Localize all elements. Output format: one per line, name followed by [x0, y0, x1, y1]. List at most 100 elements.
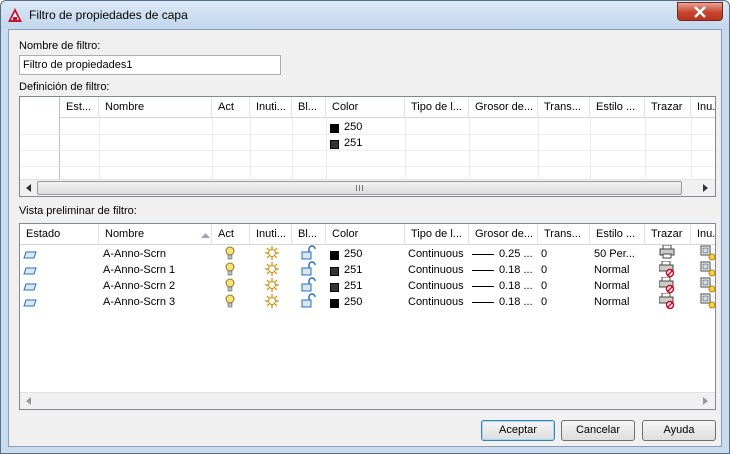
- layer-linetype[interactable]: Continuous: [408, 294, 464, 310]
- grip-line: [362, 185, 363, 191]
- window-title: Filtro de propiedades de capa: [29, 8, 188, 22]
- layer-transparency[interactable]: 0: [541, 246, 547, 262]
- new-viewport-freeze-icon[interactable]: [700, 245, 716, 261]
- prev-col-lock[interactable]: Bl...: [292, 224, 326, 245]
- lightbulb-on-icon[interactable]: [225, 246, 235, 261]
- layer-linetype[interactable]: Continuous: [408, 246, 464, 262]
- layer-status-icon: [23, 283, 37, 291]
- lineweight-sample: [472, 254, 494, 255]
- prev-col-new-vp-freeze[interactable]: Inu...: [691, 224, 715, 245]
- def-col-new-vp-freeze[interactable]: Inu...: [691, 97, 715, 118]
- sun-thawed-icon[interactable]: [264, 245, 280, 261]
- layer-transparency[interactable]: 0: [541, 278, 547, 294]
- def-col-transparency[interactable]: Trans...: [538, 97, 590, 118]
- layer-plot-style[interactable]: Normal: [594, 294, 629, 310]
- filter-preview-grid[interactable]: Estado Nombre Act Inuti... Bl... Color T…: [19, 223, 716, 410]
- def-col-plot-style[interactable]: Estilo ...: [590, 97, 645, 118]
- def-col-plot[interactable]: Trazar: [645, 97, 691, 118]
- def-col-linetype[interactable]: Tipo de l...: [405, 97, 469, 118]
- scroll-left-button[interactable]: [20, 393, 37, 409]
- close-icon: [694, 6, 706, 18]
- layer-lineweight[interactable]: 0.25 ...: [499, 246, 533, 262]
- layer-transparency[interactable]: 0: [541, 294, 547, 310]
- layer-color[interactable]: 251: [344, 262, 362, 278]
- layer-color[interactable]: 250: [344, 246, 362, 262]
- sun-thawed-icon[interactable]: [264, 261, 280, 277]
- prev-col-transparency[interactable]: Trans...: [538, 224, 590, 245]
- new-viewport-freeze-icon[interactable]: [700, 277, 716, 293]
- def-row-color-value: 251: [344, 137, 363, 149]
- prev-col-linetype[interactable]: Tipo de l...: [405, 224, 469, 245]
- layer-plot-style[interactable]: Normal: [594, 278, 629, 294]
- layer-transparency[interactable]: 0: [541, 262, 547, 278]
- prev-col-plot[interactable]: Trazar: [645, 224, 691, 245]
- def-col-status[interactable]: Est...: [60, 97, 99, 118]
- filter-name-label: Nombre de filtro:: [19, 40, 101, 52]
- layer-status-icon: [23, 299, 37, 307]
- arrow-left-icon: [26, 397, 31, 405]
- no-plot-icon[interactable]: [659, 277, 675, 293]
- preview-horizontal-scrollbar[interactable]: [20, 392, 715, 409]
- prev-col-lineweight[interactable]: Grosor de...: [469, 224, 538, 245]
- layer-color[interactable]: 251: [344, 278, 362, 294]
- filter-name-input[interactable]: [19, 55, 281, 75]
- layer-status-icon: [23, 267, 37, 275]
- layer-filter-dialog: Filtro de propiedades de capa Nombre de …: [0, 0, 730, 454]
- lightbulb-on-icon[interactable]: [225, 262, 235, 277]
- def-col-freeze[interactable]: Inuti...: [250, 97, 292, 118]
- unlock-icon[interactable]: [300, 277, 316, 293]
- def-col-name[interactable]: Nombre: [99, 97, 212, 118]
- layer-lineweight[interactable]: 0.18 ...: [499, 294, 533, 310]
- prev-col-status[interactable]: Estado: [20, 224, 99, 245]
- unlock-icon[interactable]: [300, 245, 316, 261]
- no-plot-icon[interactable]: [659, 261, 675, 277]
- prev-col-name[interactable]: Nombre: [99, 224, 212, 245]
- def-col-lock[interactable]: Bl...: [292, 97, 326, 118]
- layer-plot-style[interactable]: 50 Per...: [594, 246, 635, 262]
- prev-col-plot-style[interactable]: Estilo ...: [590, 224, 645, 245]
- filter-definition-grid[interactable]: Est... Nombre Act Inuti... Bl... Color T…: [19, 96, 716, 197]
- scroll-right-button[interactable]: [697, 393, 714, 409]
- layer-name: A-Anno-Scrn: [103, 248, 166, 260]
- grid-line: [326, 118, 327, 180]
- no-plot-icon[interactable]: [659, 293, 675, 309]
- definition-horizontal-scrollbar[interactable]: [20, 179, 715, 196]
- printer-icon[interactable]: [659, 245, 675, 259]
- layer-color[interactable]: 250: [344, 294, 362, 310]
- close-button[interactable]: [677, 2, 723, 21]
- title-bar[interactable]: Filtro de propiedades de capa: [1, 1, 729, 29]
- lineweight-sample: [472, 286, 494, 287]
- def-col-color[interactable]: Color: [326, 97, 405, 118]
- lightbulb-on-icon[interactable]: [225, 294, 235, 309]
- layer-lineweight[interactable]: 0.18 ...: [499, 278, 533, 294]
- new-viewport-freeze-icon[interactable]: [700, 261, 716, 277]
- unlock-icon[interactable]: [300, 293, 316, 309]
- def-row-color-value: 250: [344, 121, 363, 133]
- cancel-button[interactable]: Cancelar: [561, 420, 635, 441]
- layer-plot-style[interactable]: Normal: [594, 262, 629, 278]
- layer-lineweight[interactable]: 0.18 ...: [499, 262, 533, 278]
- filter-preview-label: Vista preliminar de filtro:: [19, 205, 137, 217]
- lineweight-sample: [472, 270, 494, 271]
- prev-col-color[interactable]: Color: [326, 224, 405, 245]
- scroll-left-button[interactable]: [20, 180, 37, 196]
- def-col-on[interactable]: Act: [212, 97, 250, 118]
- color-swatch: [330, 251, 339, 260]
- scroll-right-button[interactable]: [697, 180, 714, 196]
- unlock-icon[interactable]: [300, 261, 316, 277]
- color-swatch: [330, 124, 339, 133]
- def-col-lineweight[interactable]: Grosor de...: [469, 97, 538, 118]
- prev-col-on[interactable]: Act: [212, 224, 250, 245]
- layer-linetype[interactable]: Continuous: [408, 278, 464, 294]
- prev-col-freeze[interactable]: Inuti...: [250, 224, 292, 245]
- lightbulb-on-icon[interactable]: [225, 278, 235, 293]
- help-button[interactable]: Ayuda: [642, 420, 716, 441]
- new-viewport-freeze-icon[interactable]: [700, 293, 716, 309]
- sun-thawed-icon[interactable]: [264, 277, 280, 293]
- accept-button[interactable]: Aceptar: [481, 420, 555, 441]
- layer-linetype[interactable]: Continuous: [408, 262, 464, 278]
- sun-thawed-icon[interactable]: [264, 293, 280, 309]
- grid-line: [538, 118, 539, 180]
- dialog-body: Nombre de filtro: Definición de filtro: …: [8, 29, 722, 447]
- scroll-thumb[interactable]: [37, 181, 682, 195]
